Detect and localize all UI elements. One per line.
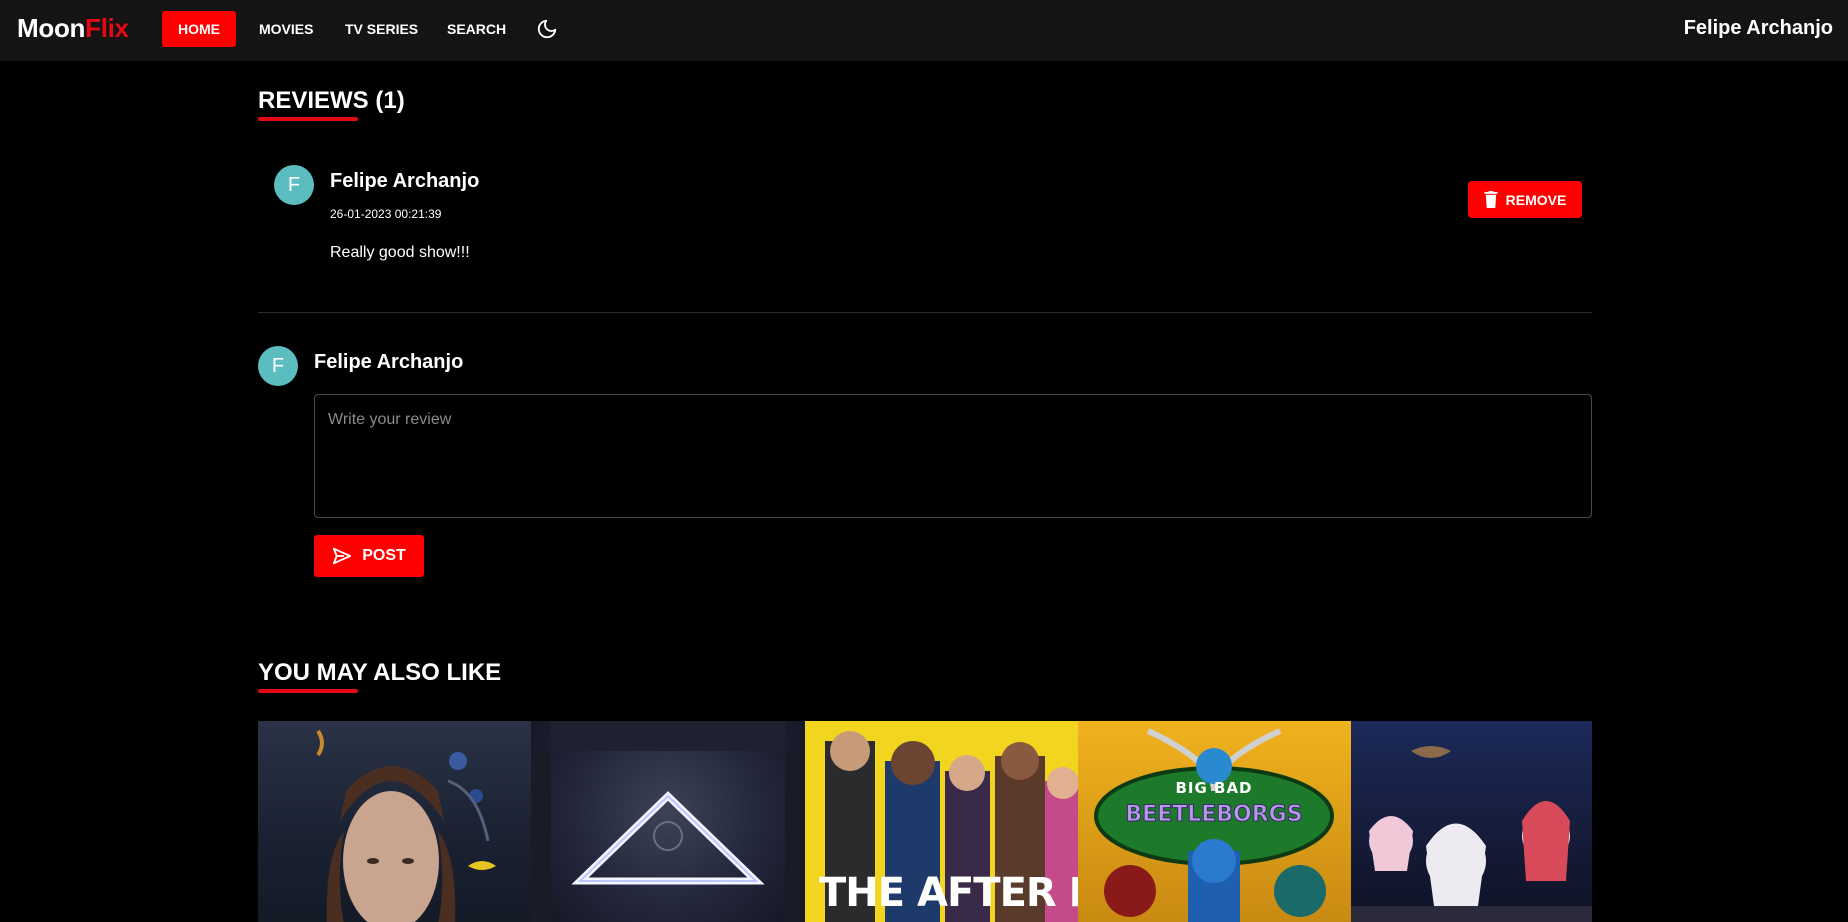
avatar: F <box>274 165 314 205</box>
poster-card[interactable] <box>531 721 805 922</box>
compose-avatar: F <box>258 346 298 386</box>
recommendations-title-underline <box>258 689 358 693</box>
poster-card[interactable]: BIG BAD BEETLEBORGS <box>1078 721 1351 922</box>
reviews-title-underline <box>258 117 358 121</box>
reviews-title: REVIEWS (1) <box>258 87 405 114</box>
poster-big-bad-beetleborgs-image: BIG BAD BEETLEBORGS <box>1094 728 1334 922</box>
divider <box>258 312 1592 313</box>
post-label: POST <box>362 547 406 564</box>
logo-moon-text: Moon <box>17 13 86 43</box>
remove-review-button[interactable]: REMOVE <box>1468 181 1582 218</box>
top-navbar: MoonFlix HOME MOVIES TV SERIES SEARCH Fe… <box>0 0 1848 61</box>
compose-author: Felipe Archanjo <box>314 351 464 373</box>
remove-label: REMOVE <box>1505 191 1567 208</box>
poster-5-image <box>1351 746 1592 922</box>
poster-card[interactable]: THE AFTER PARTY <box>805 721 1078 922</box>
send-icon <box>333 547 352 565</box>
nav-tv-series[interactable]: TV SERIES <box>329 11 434 47</box>
poster-title-text: THE AFTER PARTY <box>819 870 1078 916</box>
nav-search[interactable]: SEARCH <box>431 11 522 47</box>
moonflix-logo[interactable]: MoonFlix <box>17 13 129 44</box>
poster-1-image <box>316 729 496 922</box>
poster-the-afterparty-image: THE AFTER PARTY <box>819 731 1078 922</box>
svg-text:BEETLEBORGS: BEETLEBORGS <box>1125 802 1302 827</box>
logo-flix-text: Flix <box>85 13 129 43</box>
poster-2-image <box>531 721 805 922</box>
poster-card[interactable] <box>258 721 531 922</box>
moon-icon[interactable] <box>536 18 558 40</box>
nav-home[interactable]: HOME <box>162 11 236 47</box>
recommendations-title: YOU MAY ALSO LIKE <box>258 659 502 686</box>
review-textarea[interactable] <box>314 394 1592 518</box>
svg-text:BIG BAD: BIG BAD <box>1175 779 1252 797</box>
user-name[interactable]: Felipe Archanjo <box>1684 17 1833 40</box>
review-date: 26-01-2023 00:21:39 <box>330 207 442 221</box>
review-author: Felipe Archanjo <box>330 170 480 192</box>
nav-movies[interactable]: MOVIES <box>243 11 329 47</box>
poster-card[interactable] <box>1351 721 1592 922</box>
review-text: Really good show!!! <box>330 244 470 261</box>
trash-icon <box>1484 191 1498 208</box>
post-review-button[interactable]: POST <box>314 535 424 577</box>
